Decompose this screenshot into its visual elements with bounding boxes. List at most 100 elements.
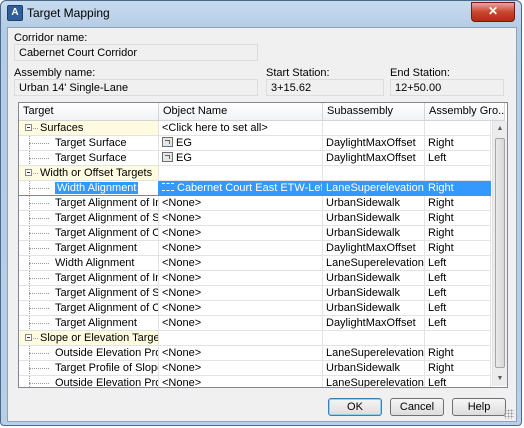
tree-connector: [33, 173, 38, 174]
scrollbar-thumb[interactable]: [495, 138, 505, 368]
object-name-cell[interactable]: <None>: [159, 301, 323, 316]
target-cell[interactable]: Outside Elevation Profile: [19, 346, 159, 361]
object-name-cell[interactable]: <None>: [159, 346, 323, 361]
object-name-cell[interactable]: <None>: [159, 361, 323, 376]
object-name-cell[interactable]: <None>: [159, 226, 323, 241]
grid-row[interactable]: Target Profile of Slope <None> UrbanSidewa…: [19, 361, 491, 376]
target-cell[interactable]: Target Profile of Slope: [19, 361, 159, 376]
object-name-cell[interactable]: [159, 166, 323, 181]
tree-connector: [29, 263, 49, 264]
assembly-group-cell: Right: [425, 241, 491, 256]
target-cell[interactable]: Target Alignment of Sid...: [19, 286, 159, 301]
object-name-cell[interactable]: <None>: [159, 256, 323, 271]
object-name-label: <None>: [162, 302, 202, 314]
target-cell[interactable]: Target Surface: [19, 136, 159, 151]
grid-row[interactable]: Width Alignment <None> LaneSuperelevationA…: [19, 256, 491, 271]
column-header-target[interactable]: Target: [19, 103, 159, 120]
grid-row[interactable]: Target Alignment of Sid...<None> UrbanSid…: [19, 286, 491, 301]
target-label: Width Alignment: [55, 257, 135, 269]
target-cell[interactable]: Target Alignment: [19, 316, 159, 331]
subassembly-cell: UrbanSidewalk: [323, 196, 425, 211]
object-name-cell[interactable]: EG: [159, 136, 323, 151]
target-cell[interactable]: Outside Elevation Profile: [19, 376, 159, 387]
grid-group-row[interactable]: Surfaces <Click here to set all>: [19, 121, 491, 136]
assembly-group-cell: [425, 121, 491, 136]
target-cell[interactable]: Target Surface: [19, 151, 159, 166]
grid-row[interactable]: Target Alignment <None> DaylightMaxOffset L…: [19, 316, 491, 331]
object-name-cell[interactable]: <None>: [159, 376, 323, 387]
column-header-assembly-group[interactable]: Assembly Gro...: [425, 103, 505, 120]
target-cell[interactable]: Width Alignment: [19, 181, 159, 196]
grid-row[interactable]: Target Alignment of Insi... <None> UrbanSi…: [19, 271, 491, 286]
surface-icon: [162, 152, 173, 162]
grid-row[interactable]: Target Surface EG DaylightMaxOffset Right: [19, 136, 491, 151]
object-name-label: <Click here to set all>: [162, 122, 268, 134]
subassembly-cell: LaneSuperelevationAOR: [323, 256, 425, 271]
grid-row[interactable]: Target Surface EG DaylightMaxOffset Left: [19, 151, 491, 166]
assembly-group-cell: Right: [425, 361, 491, 376]
object-name-cell[interactable]: <None>: [159, 271, 323, 286]
grid-row[interactable]: Target Alignment of Insi... <None> UrbanSi…: [19, 196, 491, 211]
resize-grip-icon[interactable]: [504, 409, 514, 419]
object-name-cell[interactable]: <Click here to set all>: [159, 121, 323, 136]
scroll-up-icon[interactable]: ▲: [493, 121, 507, 136]
object-name-label: <None>: [162, 362, 202, 374]
grid-row[interactable]: Target Alignment of Sid...<None> UrbanSid…: [19, 211, 491, 226]
column-header-object-name[interactable]: Object Name: [159, 103, 323, 120]
grid-row[interactable]: Target Alignment <None> DaylightMaxOffset R…: [19, 241, 491, 256]
grid-row[interactable]: Target Alignment of Ou... <None> UrbanSide…: [19, 301, 491, 316]
target-cell[interactable]: Width or Offset Targets: [19, 166, 159, 181]
target-label: Target Profile of Slope: [55, 362, 159, 374]
object-name-cell[interactable]: EG: [159, 151, 323, 166]
end-station-label: End Station:: [390, 67, 450, 79]
surface-icon: [162, 137, 173, 147]
target-cell[interactable]: Target Alignment of Ou...: [19, 301, 159, 316]
corridor-name-field: Cabernet Court Corridor: [14, 44, 258, 61]
scroll-down-icon[interactable]: ▼: [493, 371, 507, 386]
grid-row[interactable]: Width Alignment Cabernet Court East ETW-L…: [19, 181, 491, 196]
grid-row[interactable]: Target Alignment of Ou... <None> UrbanSide…: [19, 226, 491, 241]
help-button[interactable]: Help: [452, 398, 506, 416]
grid-group-row[interactable]: Slope or Elevation Targets: [19, 331, 491, 346]
collapse-icon[interactable]: [25, 334, 32, 341]
grid-row[interactable]: Outside Elevation Profile <None> LaneSuper…: [19, 346, 491, 361]
tree-connector: [29, 218, 49, 219]
collapse-icon[interactable]: [25, 169, 32, 176]
target-cell[interactable]: Target Alignment of Sid...: [19, 211, 159, 226]
object-name-cell[interactable]: [159, 331, 323, 346]
object-name-cell[interactable]: <None>: [159, 286, 323, 301]
assembly-group-cell: Left: [425, 271, 491, 286]
end-station-field: 12+50.00: [390, 79, 504, 96]
close-button[interactable]: ✕: [471, 2, 515, 22]
tree-connector: [29, 323, 49, 324]
target-label: Target Alignment: [55, 242, 137, 254]
target-cell[interactable]: Width Alignment: [19, 256, 159, 271]
target-cell[interactable]: Target Alignment of Insi...: [19, 196, 159, 211]
target-cell[interactable]: Surfaces: [19, 121, 159, 136]
vertical-scrollbar[interactable]: ▲ ▼: [492, 121, 507, 386]
target-cell[interactable]: Slope or Elevation Targets: [19, 331, 159, 346]
object-name-label: EG: [176, 137, 192, 149]
target-cell[interactable]: Target Alignment of Insi...: [19, 271, 159, 286]
tree-connector: [29, 188, 49, 189]
grid-group-row[interactable]: Width or Offset Targets: [19, 166, 491, 181]
target-cell[interactable]: Target Alignment of Ou...: [19, 226, 159, 241]
cancel-button[interactable]: Cancel: [390, 398, 444, 416]
object-name-cell[interactable]: <None>: [159, 211, 323, 226]
subassembly-cell: DaylightMaxOffset: [323, 136, 425, 151]
ok-button[interactable]: OK: [328, 398, 382, 416]
object-name-cell[interactable]: <None>: [159, 316, 323, 331]
object-name-cell[interactable]: Cabernet Court East ETW-Left-0.000: [159, 181, 323, 196]
app-logo-icon: A: [7, 5, 23, 21]
collapse-icon[interactable]: [25, 124, 32, 131]
target-cell[interactable]: Target Alignment: [19, 241, 159, 256]
column-header-subassembly[interactable]: Subassembly: [323, 103, 425, 120]
target-label: Target Alignment of Insi...: [55, 197, 158, 209]
object-name-cell[interactable]: <None>: [159, 196, 323, 211]
title-bar[interactable]: A Target Mapping ✕: [1, 1, 521, 25]
grid-row[interactable]: Outside Elevation Profile <None> LaneSuper…: [19, 376, 491, 387]
assembly-group-cell: Right: [425, 226, 491, 241]
corridor-name-label: Corridor name:: [14, 32, 88, 44]
object-name-label: <None>: [162, 317, 202, 329]
object-name-cell[interactable]: <None>: [159, 241, 323, 256]
